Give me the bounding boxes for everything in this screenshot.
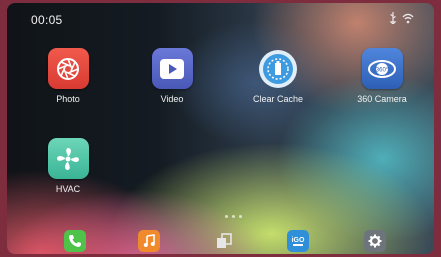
home-screen: 00:05 Photo Video Clear Cache 360° 360 C… — [7, 3, 434, 254]
app-photo[interactable]: Photo — [33, 48, 103, 104]
status-time: 00:05 — [31, 13, 63, 27]
status-icons — [389, 12, 414, 24]
app-label: Video — [160, 94, 184, 104]
hvac-fan-icon — [47, 138, 89, 179]
video-play-icon — [151, 48, 193, 89]
360-camera-icon: 360° — [361, 48, 403, 89]
app-label: HVAC — [55, 184, 81, 194]
photo-aperture-icon — [47, 48, 89, 89]
page-dot[interactable] — [239, 215, 242, 218]
music-icon[interactable] — [138, 230, 160, 252]
svg-text:iGO: iGO — [292, 237, 305, 244]
igo-navigation-icon[interactable]: iGO — [287, 230, 309, 252]
dock: iGO — [7, 228, 434, 254]
page-dot[interactable] — [232, 215, 235, 218]
app-label: 360 Camera — [357, 94, 407, 104]
settings-gear-icon[interactable] — [364, 230, 386, 252]
page-dot[interactable] — [225, 215, 228, 218]
wifi-icon — [402, 13, 414, 23]
app-360-camera[interactable]: 360° 360 Camera — [347, 48, 417, 104]
app-video[interactable]: Video — [137, 48, 207, 104]
link-icon[interactable] — [213, 230, 235, 252]
phone-icon[interactable] — [64, 230, 86, 252]
svg-text:360°: 360° — [376, 67, 389, 73]
page-indicator — [225, 215, 242, 218]
app-clear-cache[interactable]: Clear Cache — [243, 48, 313, 104]
app-label: Photo — [56, 94, 80, 104]
app-hvac[interactable]: HVAC — [33, 138, 103, 194]
clear-cache-icon — [258, 48, 299, 89]
usb-icon — [389, 12, 397, 24]
app-label: Clear Cache — [252, 94, 304, 104]
